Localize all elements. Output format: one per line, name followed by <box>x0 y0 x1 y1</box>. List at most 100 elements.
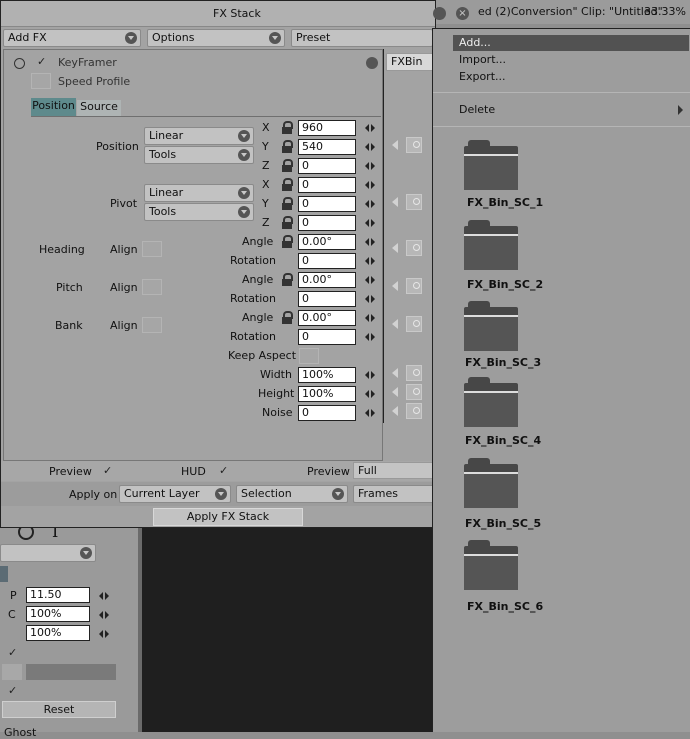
width-field[interactable]: 100% <box>298 367 356 383</box>
stepper-icon[interactable] <box>365 370 377 380</box>
folder-icon[interactable] <box>464 540 518 590</box>
height-field[interactable]: 100% <box>298 386 356 402</box>
pivot-y-field[interactable]: 0 <box>298 196 356 212</box>
lock-icon[interactable] <box>281 121 293 135</box>
options-dropdown[interactable]: Options <box>147 29 285 47</box>
lock-icon[interactable] <box>281 159 293 173</box>
bank-angle-field[interactable]: 0.00° <box>298 310 356 326</box>
prev-key-icon[interactable] <box>390 318 402 330</box>
stepper-icon[interactable] <box>365 142 377 152</box>
heading-align-checkbox[interactable] <box>142 241 162 257</box>
bank-align-checkbox[interactable] <box>142 317 162 333</box>
position-interp-dropdown[interactable]: Linear <box>144 127 254 145</box>
p-value-field[interactable]: 11.50 <box>26 587 90 603</box>
key-icon[interactable] <box>406 137 422 153</box>
stepper-icon[interactable] <box>365 332 377 342</box>
menu-item-add[interactable]: Add... <box>453 35 689 51</box>
left-panel-small-tab[interactable] <box>0 566 8 582</box>
prev-key-icon[interactable] <box>390 280 402 292</box>
collapse-icon[interactable] <box>433 7 446 20</box>
prev-key-icon[interactable] <box>390 139 402 151</box>
folder-icon[interactable] <box>464 458 518 508</box>
check-icon[interactable]: ✓ <box>8 646 17 659</box>
key-icon[interactable] <box>406 316 422 332</box>
v-value-field[interactable]: 100% <box>26 625 90 641</box>
stepper-icon[interactable] <box>365 237 377 247</box>
menu-item-export[interactable]: Export... <box>453 69 689 85</box>
bin-item-6[interactable]: FX_Bin_SC_6 <box>467 600 543 613</box>
reset-button[interactable]: Reset <box>2 701 116 718</box>
stepper-icon[interactable] <box>365 180 377 190</box>
layer-dropdown[interactable]: Current Layer <box>119 485 231 503</box>
pitch-angle-field[interactable]: 0.00° <box>298 272 356 288</box>
bin-item-3[interactable]: FX_Bin_SC_3 <box>465 356 541 369</box>
stepper-icon[interactable] <box>365 275 377 285</box>
apply-fx-stack-button[interactable]: Apply FX Stack <box>153 508 303 526</box>
prev-key-icon[interactable] <box>390 386 402 398</box>
lock-icon[interactable] <box>281 235 293 249</box>
selection-dropdown[interactable]: Selection <box>236 485 348 503</box>
tab-source[interactable]: Source <box>77 100 121 116</box>
preview-mode-dropdown[interactable]: Full <box>353 462 435 479</box>
position-tools-dropdown[interactable]: Tools <box>144 146 254 164</box>
lock-icon[interactable] <box>281 178 293 192</box>
prev-key-icon[interactable] <box>390 367 402 379</box>
add-fx-dropdown[interactable]: Add FX <box>3 29 141 47</box>
pivot-interp-dropdown[interactable]: Linear <box>144 184 254 202</box>
pivot-z-field[interactable]: 0 <box>298 215 356 231</box>
position-y-field[interactable]: 540 <box>298 139 356 155</box>
pitch-align-checkbox[interactable] <box>142 279 162 295</box>
c-value-field[interactable]: 100% <box>26 606 90 622</box>
pivot-x-field[interactable]: 0 <box>298 177 356 193</box>
folder-icon[interactable] <box>464 377 518 427</box>
left-panel-dropdown[interactable] <box>0 544 96 562</box>
heading-rotation-field[interactable]: 0 <box>298 253 356 269</box>
key-icon[interactable] <box>406 278 422 294</box>
bin-item-5[interactable]: FX_Bin_SC_5 <box>465 517 541 530</box>
noise-field[interactable]: 0 <box>298 405 356 421</box>
menu-item-import[interactable]: Import... <box>453 52 689 68</box>
v-stepper-icon[interactable] <box>99 629 111 639</box>
key-icon[interactable] <box>406 403 422 419</box>
stepper-icon[interactable] <box>365 161 377 171</box>
close-icon[interactable]: × <box>456 7 469 20</box>
key-icon[interactable] <box>406 194 422 210</box>
tab-position[interactable]: Position <box>31 98 76 116</box>
bin-item-4[interactable]: FX_Bin_SC_4 <box>465 434 541 447</box>
fxbin-dropdown[interactable]: FXBin <box>386 53 436 71</box>
c-stepper-icon[interactable] <box>99 610 111 620</box>
p-stepper-icon[interactable] <box>99 591 111 601</box>
bin-item-2[interactable]: FX_Bin_SC_2 <box>467 278 543 291</box>
heading-angle-field[interactable]: 0.00° <box>298 234 356 250</box>
stepper-icon[interactable] <box>365 313 377 323</box>
lock-icon[interactable] <box>281 311 293 325</box>
prev-key-icon[interactable] <box>390 405 402 417</box>
hud-check-icon[interactable]: ✓ <box>219 464 228 477</box>
pitch-rotation-field[interactable]: 0 <box>298 291 356 307</box>
folder-icon[interactable] <box>464 220 518 270</box>
preview-check-icon[interactable]: ✓ <box>103 464 112 477</box>
lock-icon[interactable] <box>281 273 293 287</box>
key-icon[interactable] <box>406 240 422 256</box>
stepper-icon[interactable] <box>365 256 377 266</box>
lock-icon[interactable] <box>281 216 293 230</box>
pivot-tools-dropdown[interactable]: Tools <box>144 203 254 221</box>
stepper-icon[interactable] <box>365 408 377 418</box>
stepper-icon[interactable] <box>365 389 377 399</box>
key-icon[interactable] <box>406 365 422 381</box>
folder-icon[interactable] <box>464 301 518 351</box>
frames-dropdown[interactable]: Frames <box>353 485 435 503</box>
key-icon[interactable] <box>406 384 422 400</box>
lock-icon[interactable] <box>281 197 293 211</box>
keep-aspect-checkbox[interactable] <box>299 348 319 364</box>
bin-item-1[interactable]: FX_Bin_SC_1 <box>467 196 543 209</box>
position-z-field[interactable]: 0 <box>298 158 356 174</box>
remove-fx-icon[interactable] <box>14 58 25 69</box>
left-swatch[interactable] <box>2 664 22 680</box>
stepper-icon[interactable] <box>365 199 377 209</box>
speed-profile-checkbox[interactable] <box>31 73 51 89</box>
stepper-icon[interactable] <box>365 294 377 304</box>
prev-key-icon[interactable] <box>390 196 402 208</box>
position-x-field[interactable]: 960 <box>298 120 356 136</box>
folder-icon[interactable] <box>464 140 518 190</box>
